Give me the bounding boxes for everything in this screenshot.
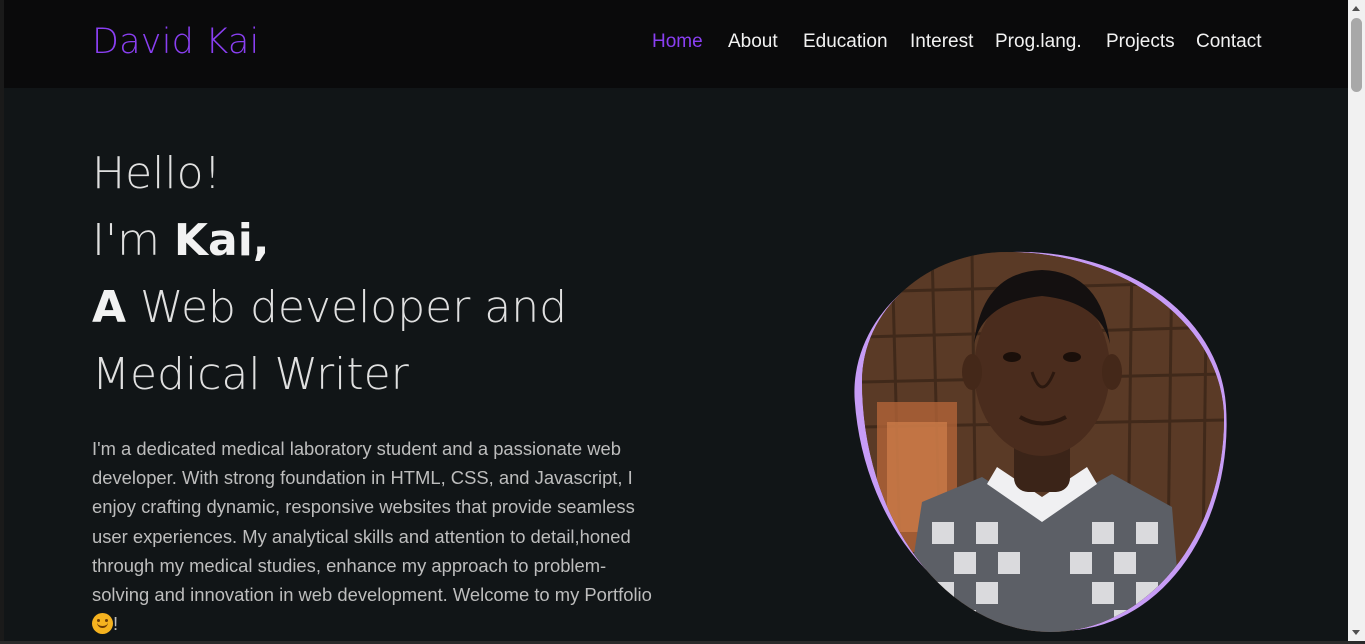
smiling-face-icon <box>92 613 113 635</box>
profile-photo <box>862 252 1224 632</box>
scrollbar-thumb[interactable] <box>1351 18 1362 92</box>
nav-link-education[interactable]: Education <box>803 31 888 53</box>
hero-role-line-2: Medical Writer <box>92 349 409 400</box>
nav-link-interest[interactable]: Interest <box>910 31 973 53</box>
hero-description: I'm a dedicated medical laboratory stude… <box>92 434 662 638</box>
nav-link-prog-lang[interactable]: Prog.lang. <box>995 31 1082 53</box>
hero-article: A <box>92 282 127 333</box>
hero-greeting: Hello! <box>92 148 222 199</box>
hero-role-text: Web developer and <box>126 282 568 333</box>
vertical-scrollbar[interactable] <box>1348 0 1365 641</box>
scroll-up-arrow-icon[interactable] <box>1352 6 1360 11</box>
nav-link-home[interactable]: Home <box>652 31 703 53</box>
portrait-illustration <box>862 252 1224 632</box>
nav-link-contact[interactable]: Contact <box>1196 31 1261 53</box>
scroll-down-arrow-icon[interactable] <box>1352 630 1360 635</box>
nav-links: Home About Education Interest Prog.lang.… <box>4 31 1348 59</box>
hero-intro-line: I'm Kai, <box>92 207 672 274</box>
hero-name: Kai, <box>173 215 270 266</box>
hero-paragraph-text: I'm a dedicated medical laboratory stude… <box>92 438 652 606</box>
hero-heading: Hello! I'm Kai, A Web developer and Medi… <box>92 140 672 408</box>
hero-role-line: A Web developer and <box>92 274 672 341</box>
hero-paragraph-end: ! <box>113 613 119 635</box>
nav-link-projects[interactable]: Projects <box>1106 31 1175 53</box>
hero-im-prefix: I'm <box>92 215 174 266</box>
navbar: David Kai Home About Education Interest … <box>4 0 1348 88</box>
page-viewport: David Kai Home About Education Interest … <box>4 0 1348 641</box>
nav-link-about[interactable]: About <box>728 31 778 53</box>
